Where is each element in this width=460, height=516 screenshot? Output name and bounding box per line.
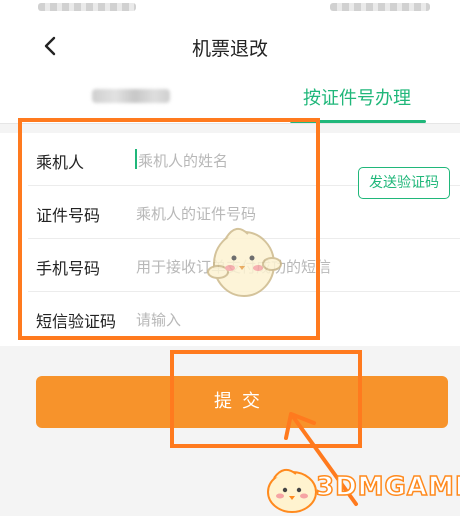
tab-blurred[interactable] [92, 89, 170, 103]
status-bar [0, 0, 460, 22]
tab-bar: 按证件号办理 [0, 72, 460, 124]
send-code-button[interactable]: 发送验证码 [358, 167, 450, 199]
3dmgame-watermark: 3DMGAME [250, 460, 460, 516]
page-title: 机票退改 [191, 38, 268, 60]
status-bar-left-blur [38, 3, 136, 11]
watermark-text: 3DMGAME [315, 471, 460, 503]
annotation-box-submit [170, 350, 362, 448]
header: 机票退改 [0, 22, 460, 72]
status-bar-right-blur [330, 3, 430, 11]
mascot-watermark-icon [207, 227, 282, 297]
watermark-mascot-icon [267, 468, 317, 513]
